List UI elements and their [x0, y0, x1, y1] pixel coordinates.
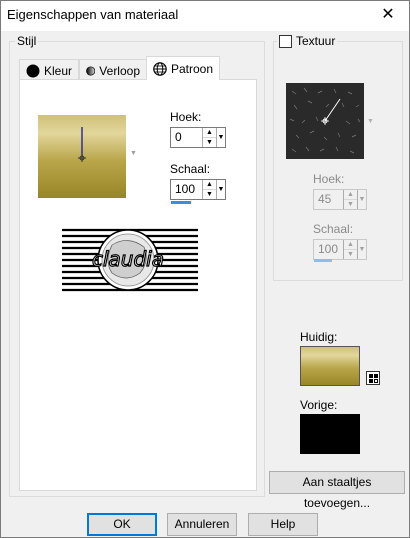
huidig-label: Huidig: [300, 330, 338, 344]
textuur-schaal-slider-indicator [314, 259, 332, 262]
tab-kleur[interactable]: Kleur [19, 59, 79, 81]
pattern-preview[interactable] [38, 115, 126, 198]
svg-text:claudia: claudia [92, 247, 164, 271]
spin-down-icon[interactable]: ▼ [203, 137, 216, 147]
tab-kleur-label: Kleur [43, 63, 72, 78]
claudia-logo-image: claudia [62, 228, 198, 292]
hoek-dropdown-icon[interactable]: ▼ [216, 128, 225, 147]
spin-up-icon[interactable]: ▲ [344, 190, 357, 199]
texture-preview[interactable] [286, 83, 364, 159]
vorige-label: Vorige: [300, 398, 338, 412]
schaal-spin-arrows[interactable]: ▲ ▼ [202, 180, 216, 199]
title-bar: Eigenschappen van materiaal ✕ [1, 1, 409, 31]
tab-verloop[interactable]: Verloop [79, 59, 147, 81]
textuur-schaal-label: Schaal: [313, 222, 354, 236]
textuur-checkbox[interactable] [279, 34, 292, 48]
stijl-label: Stijl [15, 34, 39, 48]
previous-material-swatch[interactable] [300, 414, 360, 454]
hoek-label: Hoek: [170, 110, 202, 124]
gradient-circle-icon [86, 65, 96, 76]
texture-dropdown-arrow-icon[interactable]: ▼ [367, 118, 374, 125]
textuur-schaal-spin-arrows[interactable]: ▲ ▼ [343, 240, 357, 259]
schaal-label: Schaal: [170, 162, 211, 176]
texture-pattern-image [289, 87, 361, 154]
angle-indicator-icon [78, 127, 86, 162]
close-icon[interactable]: ✕ [377, 4, 399, 26]
patroon-panel: ▼ Hoek: 0 ▲ ▼ ▼ Schaal: 100 ▲ ▼ ▼ claudi… [19, 79, 257, 491]
hoek-spinbox[interactable]: 0 ▲ ▼ ▼ [170, 127, 226, 148]
spin-up-icon[interactable]: ▲ [203, 128, 216, 137]
current-material-swatch [300, 346, 360, 386]
textuur-checkbox-row[interactable]: Textuur [277, 34, 338, 48]
hoek-spin-arrows[interactable]: ▲ ▼ [202, 128, 216, 147]
textuur-hoek-input[interactable]: 45 [314, 190, 343, 209]
tab-verloop-label: Verloop [99, 63, 140, 78]
swap-swatch-icon[interactable] [366, 371, 380, 385]
spin-up-icon[interactable]: ▲ [344, 240, 357, 249]
schaal-input[interactable]: 100 [171, 180, 202, 199]
pattern-dropdown-arrow-icon[interactable]: ▼ [130, 150, 137, 157]
black-circle-icon [26, 64, 40, 77]
textuur-hoek-label: Hoek: [313, 172, 345, 186]
spin-up-icon[interactable]: ▲ [203, 180, 216, 189]
pattern-globe-icon [153, 61, 167, 76]
schaal-spinbox[interactable]: 100 ▲ ▼ ▼ [170, 179, 226, 200]
tab-patroon-label: Patroon [170, 61, 213, 76]
schaal-dropdown-icon[interactable]: ▼ [216, 180, 225, 199]
textuur-schaal-spinbox[interactable]: 100 ▲ ▼ ▼ [313, 239, 367, 260]
schaal-slider-indicator [171, 201, 191, 204]
spin-down-icon[interactable]: ▼ [344, 249, 357, 259]
hoek-input[interactable]: 0 [171, 128, 202, 147]
textuur-hoek-dropdown-icon[interactable]: ▼ [357, 190, 366, 209]
claudia-logo-preview: claudia [62, 227, 198, 293]
spin-down-icon[interactable]: ▼ [203, 189, 216, 199]
textuur-schaal-dropdown-icon[interactable]: ▼ [357, 240, 366, 259]
textuur-hoek-spinbox[interactable]: 45 ▲ ▼ ▼ [313, 189, 367, 210]
spin-down-icon[interactable]: ▼ [344, 199, 357, 209]
window-title: Eigenschappen van materiaal [7, 7, 179, 22]
material-properties-dialog: Eigenschappen van materiaal ✕ Stijl Kleu… [0, 0, 410, 538]
add-to-swatches-button[interactable]: Aan staaltjes toevoegen... [269, 471, 405, 510]
textuur-schaal-input[interactable]: 100 [314, 240, 343, 259]
ok-button[interactable]: OK [87, 513, 157, 536]
tab-patroon[interactable]: Patroon [146, 56, 220, 80]
cancel-button[interactable]: Annuleren [167, 513, 237, 536]
help-button[interactable]: Help [248, 513, 318, 536]
textuur-label: Textuur [296, 34, 336, 48]
textuur-hoek-spin-arrows[interactable]: ▲ ▼ [343, 190, 357, 209]
